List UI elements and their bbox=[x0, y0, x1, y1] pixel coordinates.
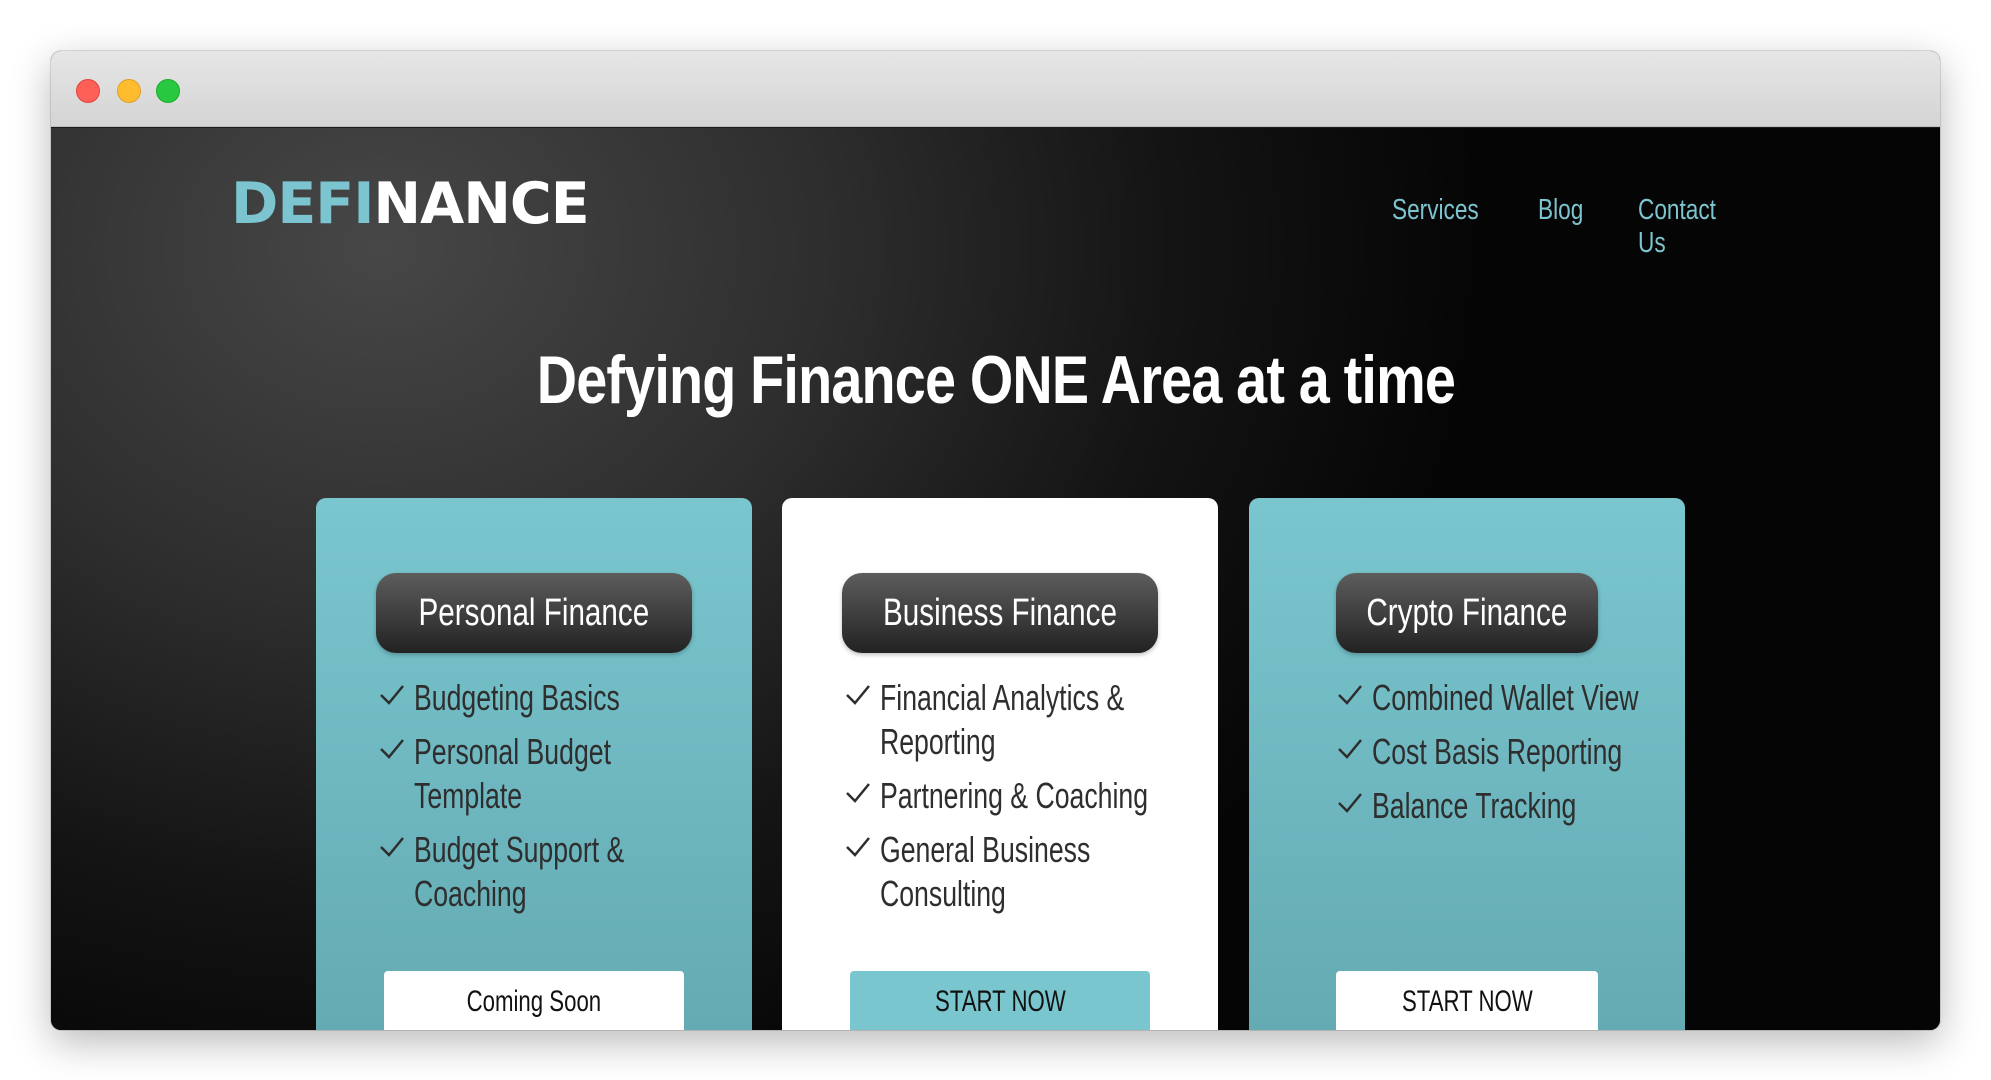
main-nav: Services Blog Contact Us bbox=[1392, 194, 1756, 260]
checkmark-icon bbox=[380, 685, 404, 705]
checkmark-icon bbox=[380, 837, 404, 857]
feature-item: Cost Basis Reporting bbox=[1336, 730, 1656, 774]
minimize-window-button[interactable] bbox=[117, 79, 141, 103]
card-title-badge: Crypto Finance bbox=[1336, 573, 1598, 653]
checkmark-icon bbox=[846, 783, 870, 803]
browser-window: DEFINANCE Services Blog Contact Us Defyi… bbox=[51, 51, 1940, 1030]
logo-defi: DEFI bbox=[231, 171, 374, 237]
hero-title: Defying Finance ONE Area at a time bbox=[536, 342, 1455, 418]
checkmark-icon bbox=[380, 739, 404, 759]
checkmark-icon bbox=[1338, 739, 1362, 759]
feature-list: Financial Analytics & Reporting Partneri… bbox=[844, 676, 1184, 926]
coming-soon-button[interactable]: Coming Soon bbox=[384, 971, 684, 1030]
page-viewport: DEFINANCE Services Blog Contact Us Defyi… bbox=[51, 128, 1940, 1030]
service-card-crypto-finance: Crypto Finance Combined Wallet View Cost… bbox=[1249, 498, 1685, 1030]
nav-link-contact-us[interactable]: Contact Us bbox=[1638, 194, 1730, 260]
start-now-button[interactable]: START NOW bbox=[850, 971, 1150, 1030]
feature-list: Combined Wallet View Cost Basis Reportin… bbox=[1336, 676, 1656, 838]
card-title-badge: Business Finance bbox=[842, 573, 1158, 653]
feature-item: Balance Tracking bbox=[1336, 784, 1656, 828]
feature-item: Budget Support & Coaching bbox=[378, 828, 708, 916]
feature-item: Combined Wallet View bbox=[1336, 676, 1656, 720]
feature-item: General Business Consulting bbox=[844, 828, 1184, 916]
nav-link-services[interactable]: Services bbox=[1392, 194, 1479, 260]
feature-list: Budgeting Basics Personal Budget Templat… bbox=[378, 676, 708, 926]
feature-item: Partnering & Coaching bbox=[844, 774, 1184, 818]
nav-link-blog[interactable]: Blog bbox=[1538, 194, 1583, 260]
checkmark-icon bbox=[1338, 793, 1362, 813]
close-window-button[interactable] bbox=[76, 79, 100, 103]
feature-item: Personal Budget Template bbox=[378, 730, 708, 818]
service-card-personal-finance: Personal Finance Budgeting Basics Person… bbox=[316, 498, 752, 1030]
checkmark-icon bbox=[846, 837, 870, 857]
maximize-window-button[interactable] bbox=[156, 79, 180, 103]
service-card-business-finance: Business Finance Financial Analytics & R… bbox=[782, 498, 1218, 1030]
checkmark-icon bbox=[846, 685, 870, 705]
start-now-button[interactable]: START NOW bbox=[1336, 971, 1598, 1030]
logo-nance: NANCE bbox=[373, 171, 589, 237]
card-title-badge: Personal Finance bbox=[376, 573, 692, 653]
site-logo[interactable]: DEFINANCE bbox=[231, 176, 590, 233]
feature-item: Budgeting Basics bbox=[378, 676, 708, 720]
checkmark-icon bbox=[1338, 685, 1362, 705]
feature-item: Financial Analytics & Reporting bbox=[844, 676, 1184, 764]
window-titlebar bbox=[51, 51, 1940, 127]
